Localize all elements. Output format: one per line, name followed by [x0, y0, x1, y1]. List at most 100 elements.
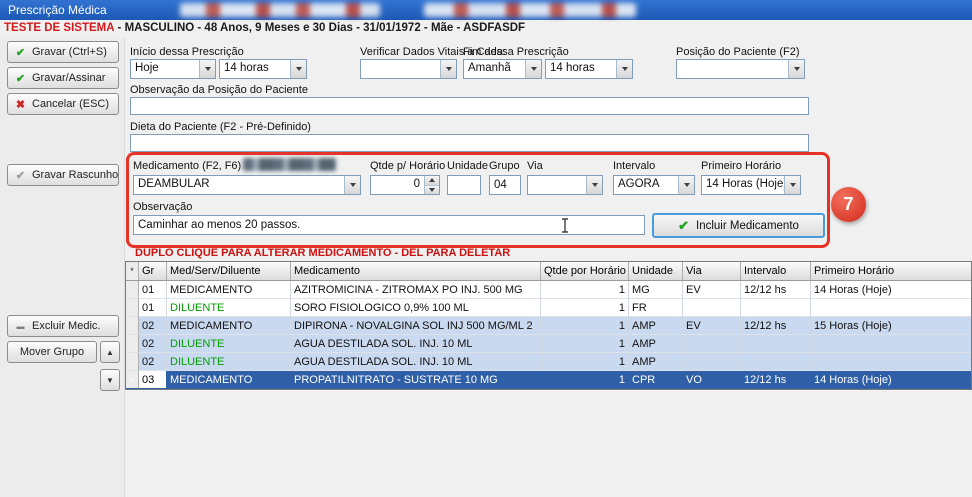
dieta-input[interactable]	[130, 134, 809, 152]
unidade-label: Unidade	[447, 160, 488, 172]
cell-unidade: AMP	[629, 353, 683, 371]
inicio-time-select[interactable]: 14 horas	[219, 59, 307, 79]
observacao-label: Observação	[133, 201, 192, 213]
grupo-input[interactable]: 04	[489, 175, 521, 195]
cell-via: VO	[683, 371, 741, 389]
cell-unidade: AMP	[629, 317, 683, 335]
chevron-down-icon[interactable]	[616, 60, 632, 78]
cell-intervalo: 12/12 hs	[741, 317, 811, 335]
save-button[interactable]: ✔ Gravar (Ctrl+S)	[7, 41, 119, 63]
column-header-tipo[interactable]: Med/Serv/Diluente	[167, 262, 291, 280]
chevron-down-icon[interactable]	[784, 176, 800, 194]
cell-gr: 01	[139, 281, 167, 299]
cell-tipo: MEDICAMENTO	[167, 371, 291, 389]
cell-unidade: AMP	[629, 335, 683, 353]
cell-qtde: 1	[541, 335, 629, 353]
cell-qtde: 1	[541, 299, 629, 317]
posicao-select[interactable]	[676, 59, 805, 79]
unidade-input[interactable]	[447, 175, 481, 195]
cell-gr: 01	[139, 299, 167, 317]
fim-time-value: 14 horas	[546, 60, 616, 78]
exclude-med-button-label: Excluir Medic.	[32, 320, 100, 332]
row-indicator	[126, 353, 139, 371]
incluir-medicamento-button[interactable]: ✔ Incluir Medicamento	[652, 213, 825, 238]
table-row[interactable]: >03MEDICAMENTOPROPATILNITRATO - SUSTRATE…	[126, 371, 971, 389]
qtde-label: Qtde p/ Horário	[370, 160, 445, 172]
column-header-via[interactable]: Via	[683, 262, 741, 280]
cell-primeiro	[811, 335, 971, 353]
save-draft-button[interactable]: ✔ Gravar Rascunho	[7, 164, 119, 186]
table-row[interactable]: 02DILUENTEAGUA DESTILADA SOL. INJ. 10 ML…	[126, 335, 971, 353]
column-header-unidade[interactable]: Unidade	[629, 262, 683, 280]
chevron-down-icon[interactable]	[678, 176, 694, 194]
cell-via	[683, 353, 741, 371]
cell-tipo: DILUENTE	[167, 353, 291, 371]
via-select[interactable]	[527, 175, 603, 195]
check-icon: ✔	[14, 72, 27, 85]
inicio-day-select[interactable]: Hoje	[130, 59, 216, 79]
patient-header: TESTE DE SISTEMA- MASCULINO - 48 Anos, 9…	[0, 20, 972, 38]
cell-intervalo	[741, 299, 811, 317]
cell-via	[683, 299, 741, 317]
chevron-down-icon[interactable]	[525, 60, 541, 78]
cancel-icon: ✖	[14, 98, 27, 111]
column-header-primeiro[interactable]: Primeiro Horário	[811, 262, 971, 280]
text-cursor	[560, 218, 570, 233]
column-header-intervalo[interactable]: Intervalo	[741, 262, 811, 280]
row-indicator: >	[126, 371, 139, 389]
chevron-down-icon[interactable]	[788, 60, 804, 78]
move-group-down-button[interactable]: ▼	[100, 369, 120, 391]
posicao-value	[677, 60, 788, 78]
column-header-medicamento[interactable]: Medicamento	[291, 262, 541, 280]
arrow-up-icon: ▲	[106, 348, 114, 357]
obs-posicao-label: Observação da Posição do Paciente	[130, 84, 308, 96]
save-sign-button[interactable]: ✔ Gravar/Assinar	[7, 67, 119, 89]
intervalo-select[interactable]: AGORA	[613, 175, 695, 195]
table-row[interactable]: 01DILUENTESORO FISIOLOGICO 0,9% 100 ML1F…	[126, 299, 971, 317]
obs-posicao-input[interactable]	[130, 97, 809, 115]
inicio-time-value: 14 horas	[220, 60, 290, 78]
cell-tipo: DILUENTE	[167, 299, 291, 317]
exclude-med-button[interactable]: ▬ Excluir Medic.	[7, 315, 119, 337]
primeiro-horario-select[interactable]: 14 Horas (Hoje)	[701, 175, 801, 195]
cell-qtde: 1	[541, 353, 629, 371]
cell-med: PROPATILNITRATO - SUSTRATE 10 MG	[291, 371, 541, 389]
spin-down-icon[interactable]	[425, 186, 439, 195]
column-header-gr[interactable]: Gr	[139, 262, 167, 280]
cell-qtde: 1	[541, 317, 629, 335]
cell-intervalo: 12/12 hs	[741, 281, 811, 299]
indicator-column-header: *	[126, 262, 139, 280]
fim-time-select[interactable]: 14 horas	[545, 59, 633, 79]
table-row[interactable]: 02MEDICAMENTODIPIRONA - NOVALGINA SOL IN…	[126, 317, 971, 335]
cell-med: AZITROMICINA - ZITROMAX PO INJ. 500 MG	[291, 281, 541, 299]
cell-tipo: MEDICAMENTO	[167, 281, 291, 299]
column-header-qtde[interactable]: Qtde por Horário	[541, 262, 629, 280]
qtde-stepper[interactable]: 0	[370, 175, 440, 195]
fim-day-select[interactable]: Amanhã	[463, 59, 542, 79]
patient-name: TESTE DE SISTEMA	[4, 22, 115, 34]
cell-primeiro: 14 Horas (Hoje)	[811, 281, 971, 299]
cell-via: EV	[683, 281, 741, 299]
row-indicator	[126, 299, 139, 317]
cell-intervalo	[741, 335, 811, 353]
table-row[interactable]: 01MEDICAMENTOAZITROMICINA - ZITROMAX PO …	[126, 281, 971, 299]
chevron-down-icon[interactable]	[586, 176, 602, 194]
spin-up-icon[interactable]	[425, 176, 439, 186]
grupo-label: Grupo	[489, 160, 520, 172]
save-button-label: Gravar (Ctrl+S)	[32, 46, 107, 58]
grid-header: * Gr Med/Serv/Diluente Medicamento Qtde …	[126, 262, 971, 281]
cancel-button[interactable]: ✖ Cancelar (ESC)	[7, 93, 119, 115]
vitais-select[interactable]	[360, 59, 457, 79]
chevron-down-icon[interactable]	[344, 176, 360, 194]
sidebar: ✔ Gravar (Ctrl+S) ✔ Gravar/Assinar ✖ Can…	[0, 38, 125, 497]
chevron-down-icon[interactable]	[440, 60, 456, 78]
chevron-down-icon[interactable]	[290, 60, 306, 78]
cell-med: AGUA DESTILADA SOL. INJ. 10 ML	[291, 335, 541, 353]
move-group-button[interactable]: Mover Grupo	[7, 341, 97, 363]
cell-intervalo	[741, 353, 811, 371]
medicamento-select[interactable]: DEAMBULAR	[133, 175, 361, 195]
move-group-up-button[interactable]: ▲	[100, 341, 120, 363]
chevron-down-icon[interactable]	[199, 60, 215, 78]
cell-gr: 03	[139, 371, 167, 389]
table-row[interactable]: 02DILUENTEAGUA DESTILADA SOL. INJ. 10 ML…	[126, 353, 971, 371]
